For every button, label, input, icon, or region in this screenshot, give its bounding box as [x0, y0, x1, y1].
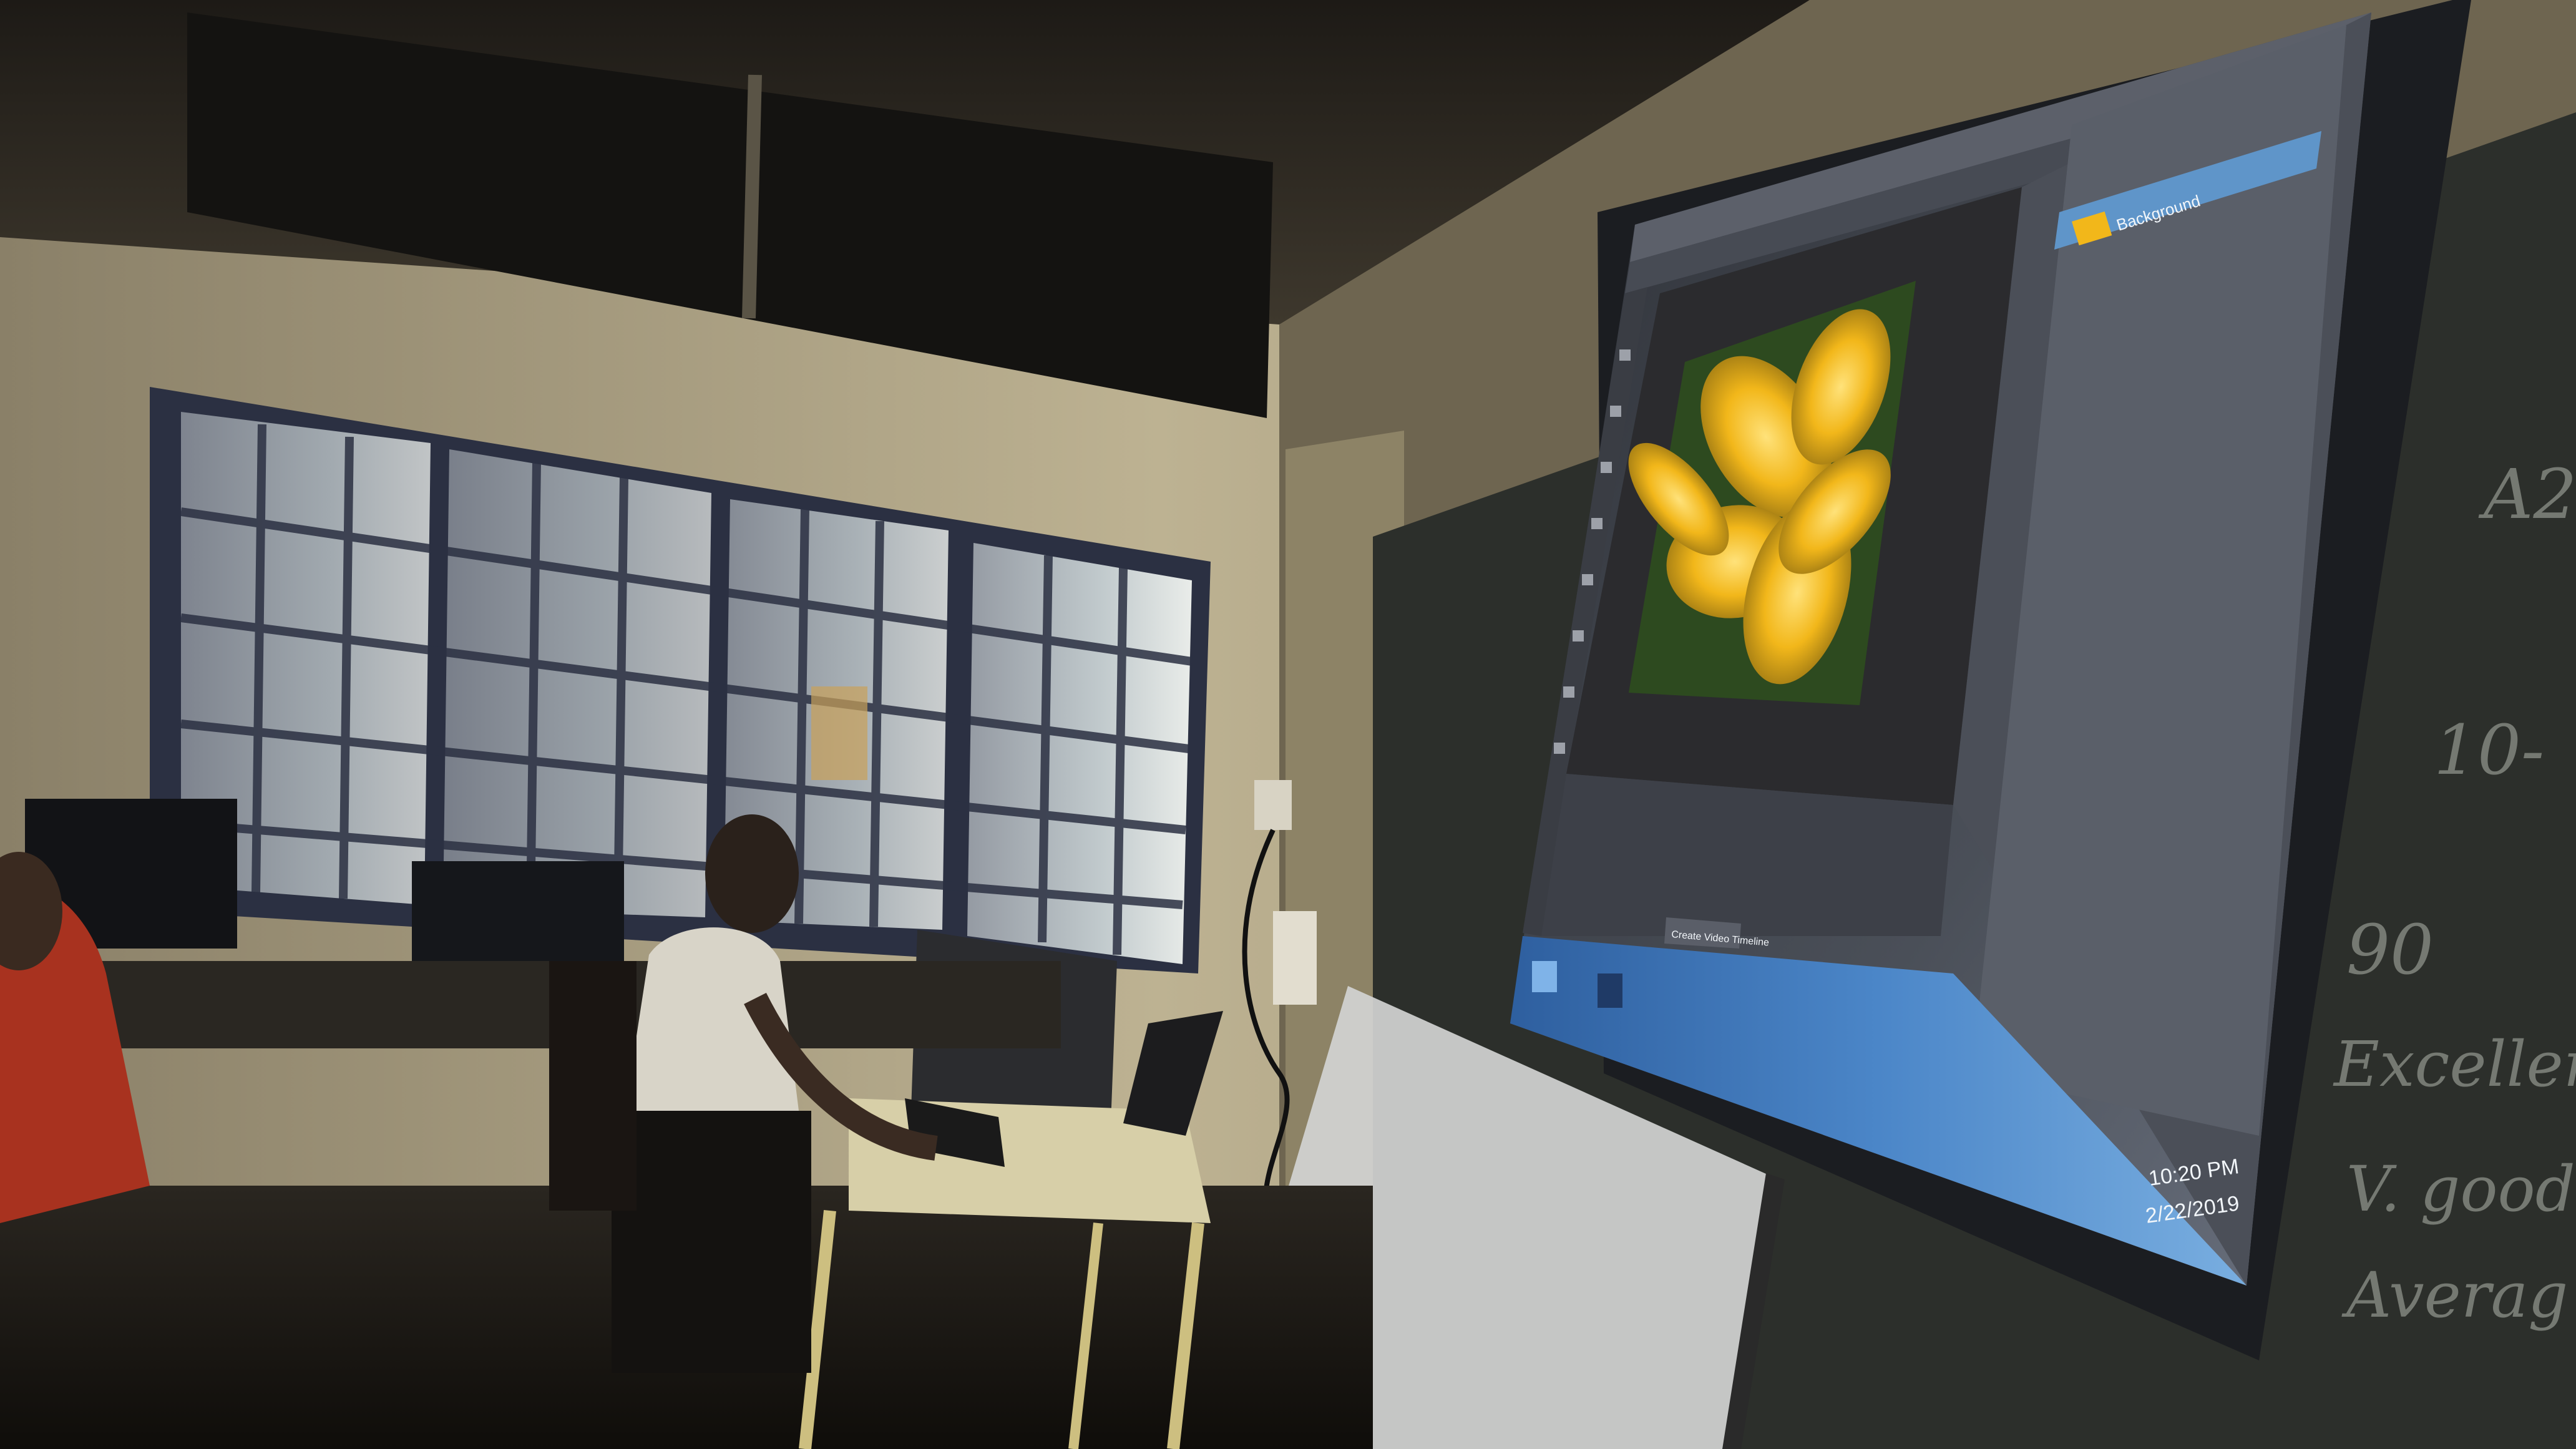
desk-long	[0, 961, 1061, 1048]
student-seated-head	[705, 814, 799, 933]
student-seated-legs	[612, 1111, 811, 1373]
hanging-paper	[811, 686, 867, 780]
blackboard-line-4: Excellent	[2333, 1028, 2576, 1101]
blackboard-line-3: 90	[2346, 910, 2434, 990]
transom-divider	[742, 74, 762, 319]
start-button-icon[interactable]	[1532, 961, 1557, 992]
blackboard-line-6: Averag	[2341, 1259, 2568, 1332]
blackboard-line-2: 10-	[2434, 710, 2544, 790]
blackboard-line-1: A2	[2478, 454, 2576, 534]
chair	[549, 961, 637, 1211]
power-socket	[1273, 911, 1317, 1005]
blackboard-line-5: V. good	[2346, 1153, 2575, 1226]
classroom-photo: A2 10- 90 Excellent V. good Averag	[0, 0, 2576, 1449]
photoshop-taskbar-icon[interactable]	[1598, 973, 1622, 1008]
switch-board	[1254, 780, 1292, 830]
